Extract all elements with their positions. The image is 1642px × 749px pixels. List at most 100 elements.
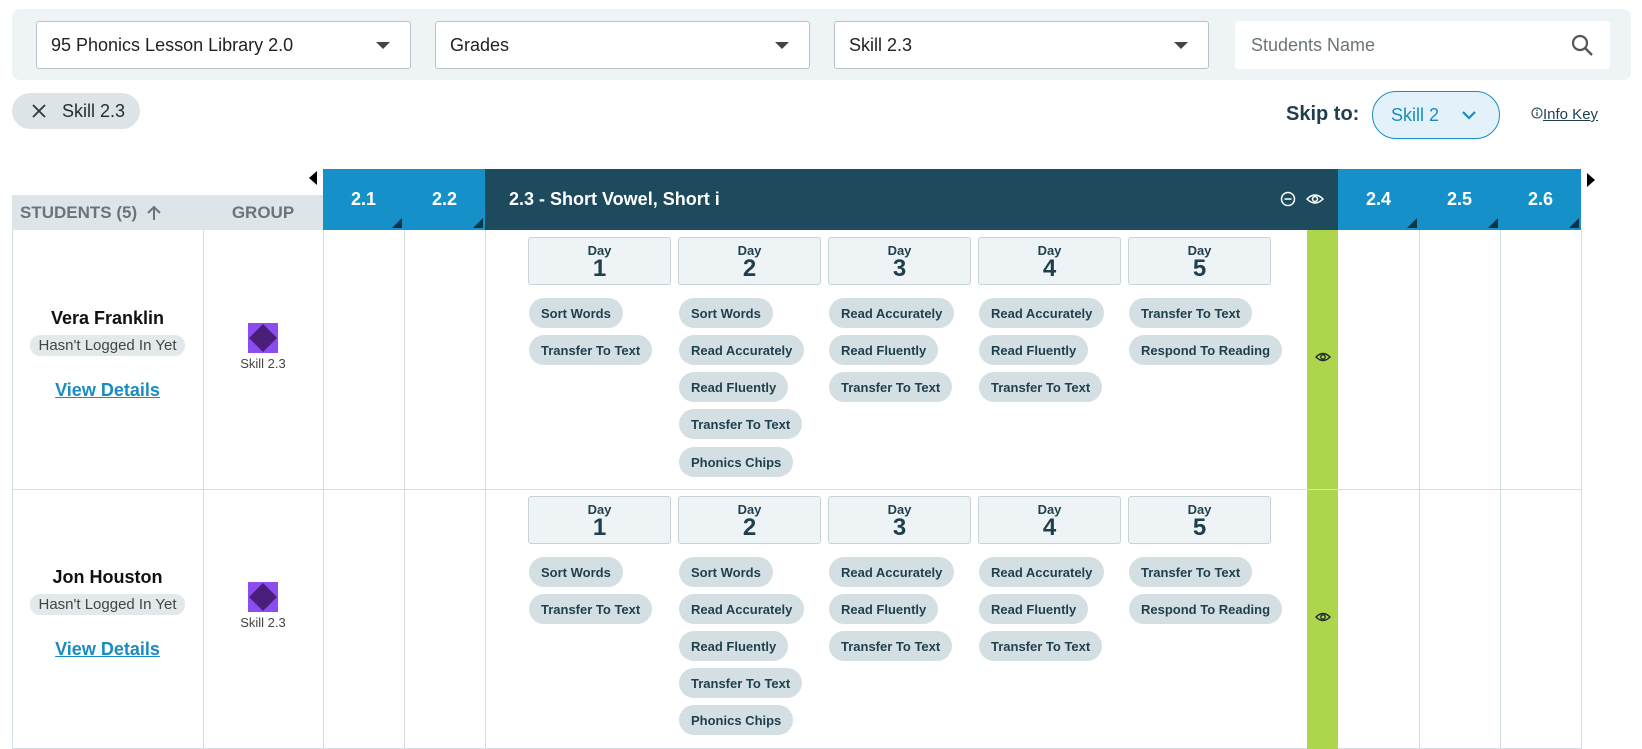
- skill-progress-bar[interactable]: [1307, 230, 1338, 489]
- chip-label: Skill 2.3: [62, 100, 126, 121]
- activity-pill[interactable]: Transfer To Text: [1129, 557, 1253, 587]
- caret-down-icon: [1174, 42, 1188, 49]
- activity-pill[interactable]: Read Fluently: [679, 631, 789, 661]
- status-badge: Hasn't Logged In Yet: [29, 335, 186, 356]
- activity-pill[interactable]: Read Accurately: [829, 557, 955, 587]
- skip-to-dropdown[interactable]: Skill 2: [1372, 91, 1500, 139]
- skill-column-2-6[interactable]: 2.6: [1500, 169, 1581, 230]
- skill-column-2-4[interactable]: 2.4: [1338, 169, 1419, 230]
- day-number: 1: [592, 255, 607, 282]
- skill-column-2-1[interactable]: 2.1: [323, 169, 404, 230]
- info-key-label: Info Key: [1543, 106, 1599, 123]
- search-input[interactable]: [1249, 33, 1553, 57]
- collapse-icon[interactable]: [1280, 191, 1296, 212]
- student-search: [1235, 21, 1610, 69]
- day-4-header: Day 4: [978, 496, 1121, 544]
- day-number: 3: [892, 255, 907, 282]
- activity-pill[interactable]: Sort Words: [679, 557, 773, 587]
- skill-column-2-2[interactable]: 2.2: [404, 169, 485, 230]
- day-number: 3: [892, 514, 907, 541]
- search-icon[interactable]: [1570, 33, 1594, 62]
- activity-pill[interactable]: Sort Words: [679, 298, 773, 328]
- day-number: 1: [592, 514, 607, 541]
- corner-marker-icon: [1488, 218, 1498, 228]
- info-key-link[interactable]: Info Key: [1531, 106, 1598, 123]
- corner-marker-icon: [1407, 218, 1417, 228]
- day-number: 2: [742, 514, 757, 541]
- eye-icon[interactable]: [1305, 191, 1325, 212]
- activity-pill[interactable]: Transfer To Text: [979, 631, 1103, 661]
- activity-pill[interactable]: Read Fluently: [679, 372, 789, 402]
- day-3-header: Day 3: [828, 237, 971, 285]
- skill-column-2-5[interactable]: 2.5: [1419, 169, 1500, 230]
- activity-pill[interactable]: Read Accurately: [679, 335, 805, 365]
- current-skill-header: 2.3 - Short Vowel, Short i: [485, 169, 1338, 230]
- corner-marker-icon: [1569, 218, 1579, 228]
- row-divider: [12, 489, 1582, 490]
- activity-pill[interactable]: Transfer To Text: [529, 594, 653, 624]
- library-dropdown[interactable]: 95 Phonics Lesson Library 2.0: [36, 21, 411, 69]
- activity-pill[interactable]: Read Accurately: [979, 298, 1105, 328]
- day-2-header: Day 2: [678, 496, 821, 544]
- corner-marker-icon: [392, 218, 402, 228]
- skill-column-label: 2.4: [1365, 189, 1392, 209]
- activity-pill[interactable]: Read Accurately: [679, 594, 805, 624]
- corner-marker-icon: [473, 218, 483, 228]
- activity-pill[interactable]: Sort Words: [529, 298, 623, 328]
- scroll-right-arrow-icon[interactable]: [1587, 173, 1595, 187]
- day-number: 5: [1192, 255, 1207, 282]
- activity-pill[interactable]: Phonics Chips: [679, 705, 794, 735]
- skill-column-label: 2.6: [1527, 189, 1554, 209]
- activity-pill[interactable]: Read Fluently: [979, 594, 1089, 624]
- day-5-header: Day 5: [1128, 496, 1271, 544]
- activity-pill[interactable]: Phonics Chips: [679, 447, 794, 477]
- day-number: 4: [1042, 255, 1057, 282]
- group-column-header: GROUP: [203, 195, 323, 230]
- group-label: Skill 2.3: [240, 356, 286, 371]
- skip-to-label: Skip to:: [1286, 103, 1360, 125]
- group-diamond-icon: [248, 582, 278, 612]
- close-icon[interactable]: [32, 104, 46, 118]
- activity-pill[interactable]: Read Fluently: [829, 335, 939, 365]
- activity-pill[interactable]: Transfer To Text: [1129, 298, 1253, 328]
- view-details-link[interactable]: View Details: [12, 380, 203, 401]
- skip-to-value: Skill 2: [1391, 104, 1440, 125]
- day-number: 5: [1192, 514, 1207, 541]
- active-filter-chip: Skill 2.3: [12, 93, 140, 129]
- group-header-label: GROUP: [231, 202, 295, 222]
- skill-column-label: 2.5: [1446, 189, 1473, 209]
- activity-pill[interactable]: Transfer To Text: [979, 372, 1103, 402]
- eye-icon[interactable]: [1314, 610, 1331, 629]
- student-name: Jon Houston: [52, 567, 163, 587]
- current-skill-title: 2.3 - Short Vowel, Short i: [509, 189, 720, 209]
- grades-dropdown[interactable]: Grades: [435, 21, 810, 69]
- chevron-down-icon: [1461, 107, 1477, 128]
- eye-icon[interactable]: [1314, 350, 1331, 369]
- activity-pill[interactable]: Transfer To Text: [679, 668, 803, 698]
- group-label: Skill 2.3: [240, 615, 286, 630]
- activity-pill[interactable]: Read Fluently: [829, 594, 939, 624]
- students-column-header[interactable]: STUDENTS (5): [12, 195, 203, 230]
- activity-pill[interactable]: Respond To Reading: [1129, 594, 1283, 624]
- status-badge: Hasn't Logged In Yet: [29, 594, 186, 615]
- activity-pill[interactable]: Transfer To Text: [529, 335, 653, 365]
- view-details-link[interactable]: View Details: [12, 639, 203, 660]
- activity-pill[interactable]: Read Accurately: [979, 557, 1105, 587]
- activity-pill[interactable]: Respond To Reading: [1129, 335, 1283, 365]
- activity-pill[interactable]: Read Accurately: [829, 298, 955, 328]
- scroll-left-arrow-icon[interactable]: [309, 171, 317, 185]
- group-cell[interactable]: Skill 2.3: [203, 322, 323, 371]
- activity-pill[interactable]: Transfer To Text: [829, 372, 953, 402]
- activity-pill[interactable]: Sort Words: [529, 557, 623, 587]
- filter-bar: 95 Phonics Lesson Library 2.0 Grades Ski…: [12, 9, 1631, 80]
- activity-pill[interactable]: Transfer To Text: [829, 631, 953, 661]
- skill-dropdown[interactable]: Skill 2.3: [834, 21, 1209, 69]
- skill-column-label: 2.2: [431, 189, 458, 209]
- student-info: Jon Houston Hasn't Logged In Yet View De…: [12, 567, 203, 660]
- activity-pill[interactable]: Transfer To Text: [679, 409, 803, 439]
- caret-down-icon: [376, 42, 390, 49]
- group-cell[interactable]: Skill 2.3: [203, 581, 323, 630]
- students-header-label: STUDENTS (5): [20, 202, 138, 222]
- skill-progress-bar[interactable]: [1307, 490, 1338, 749]
- activity-pill[interactable]: Read Fluently: [979, 335, 1089, 365]
